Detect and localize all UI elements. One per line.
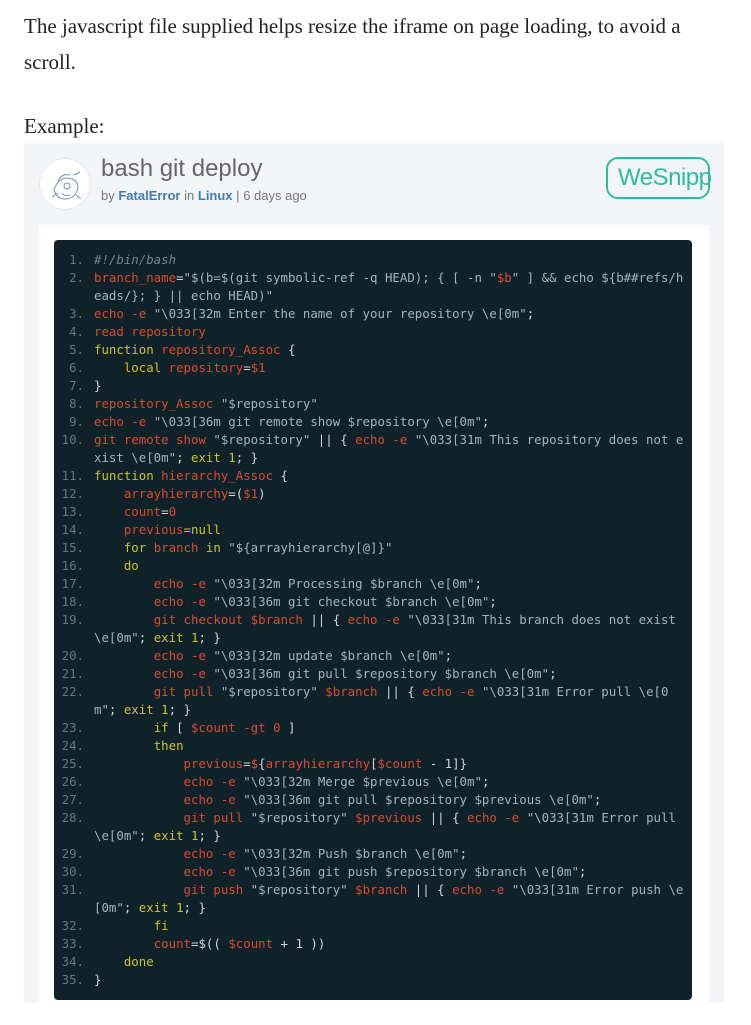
by-label: by — [101, 188, 115, 203]
avatar-sketch-icon — [51, 171, 82, 200]
code-block: 1. #!/bin/bash 2. branch_name="$(b=$(git s… — [54, 240, 692, 1000]
line-number: 13. — [61, 504, 84, 519]
line-number: 8. — [69, 396, 84, 411]
line-number: 24. — [61, 738, 84, 753]
line-number: 29. — [61, 846, 84, 861]
logo-text: WeSnipp — [618, 164, 712, 191]
line-number: 12. — [61, 486, 84, 501]
line-number: 15. — [61, 540, 84, 555]
line-number: 2. — [69, 270, 84, 285]
line-number: 34. — [61, 954, 84, 969]
line-number: 21. — [61, 666, 84, 681]
wesnipp-logo[interactable]: WeSnipp — [606, 157, 712, 199]
line-number: 1. — [69, 252, 84, 267]
category-link[interactable]: Linux — [198, 188, 233, 203]
author-link[interactable]: FatalError — [118, 188, 180, 203]
line-number: 22. — [61, 684, 84, 699]
line-number: 27. — [61, 792, 84, 807]
line-number: 33. — [61, 936, 84, 951]
intro-paragraph: The javascript file supplied helps resiz… — [24, 14, 681, 74]
line-number: 31. — [61, 882, 84, 897]
time-ago: 6 days ago — [243, 188, 307, 203]
line-number: 9. — [69, 414, 84, 429]
line-number: 10. — [61, 432, 84, 447]
line-number: 35. — [61, 972, 84, 987]
line-number: 19. — [61, 612, 84, 627]
snippet-embed-card: bash git deploy by FatalError in Linux |… — [24, 143, 724, 1025]
snippet-meta: by FatalError in Linux | 6 days ago — [101, 188, 307, 203]
line-number: 17. — [61, 576, 84, 591]
line-number: 30. — [61, 864, 84, 879]
line-number: 32. — [61, 918, 84, 933]
example-label: Example: — [24, 114, 105, 138]
in-label: in — [184, 188, 195, 203]
line-number: 11. — [61, 468, 84, 483]
line-number: 18. — [61, 594, 84, 609]
line-number: 3. — [69, 306, 84, 321]
line-number: 26. — [61, 774, 84, 789]
code-container: 1. #!/bin/bash 2. branch_name="$(b=$(git s… — [39, 225, 709, 1025]
line-number: 6. — [69, 360, 84, 375]
author-avatar[interactable] — [39, 158, 91, 210]
line-number: 5. — [69, 342, 84, 357]
line-number: 23. — [61, 720, 84, 735]
line-number: 28. — [61, 810, 84, 825]
line-number: 4. — [69, 324, 84, 339]
line-number: 20. — [61, 648, 84, 663]
meta-separator: | — [236, 188, 240, 203]
snippet-title[interactable]: bash git deploy — [101, 155, 262, 183]
line-number: 16. — [61, 558, 84, 573]
line-number: 14. — [61, 522, 84, 537]
line-number: 7. — [69, 378, 84, 393]
line-number: 25. — [61, 756, 84, 771]
